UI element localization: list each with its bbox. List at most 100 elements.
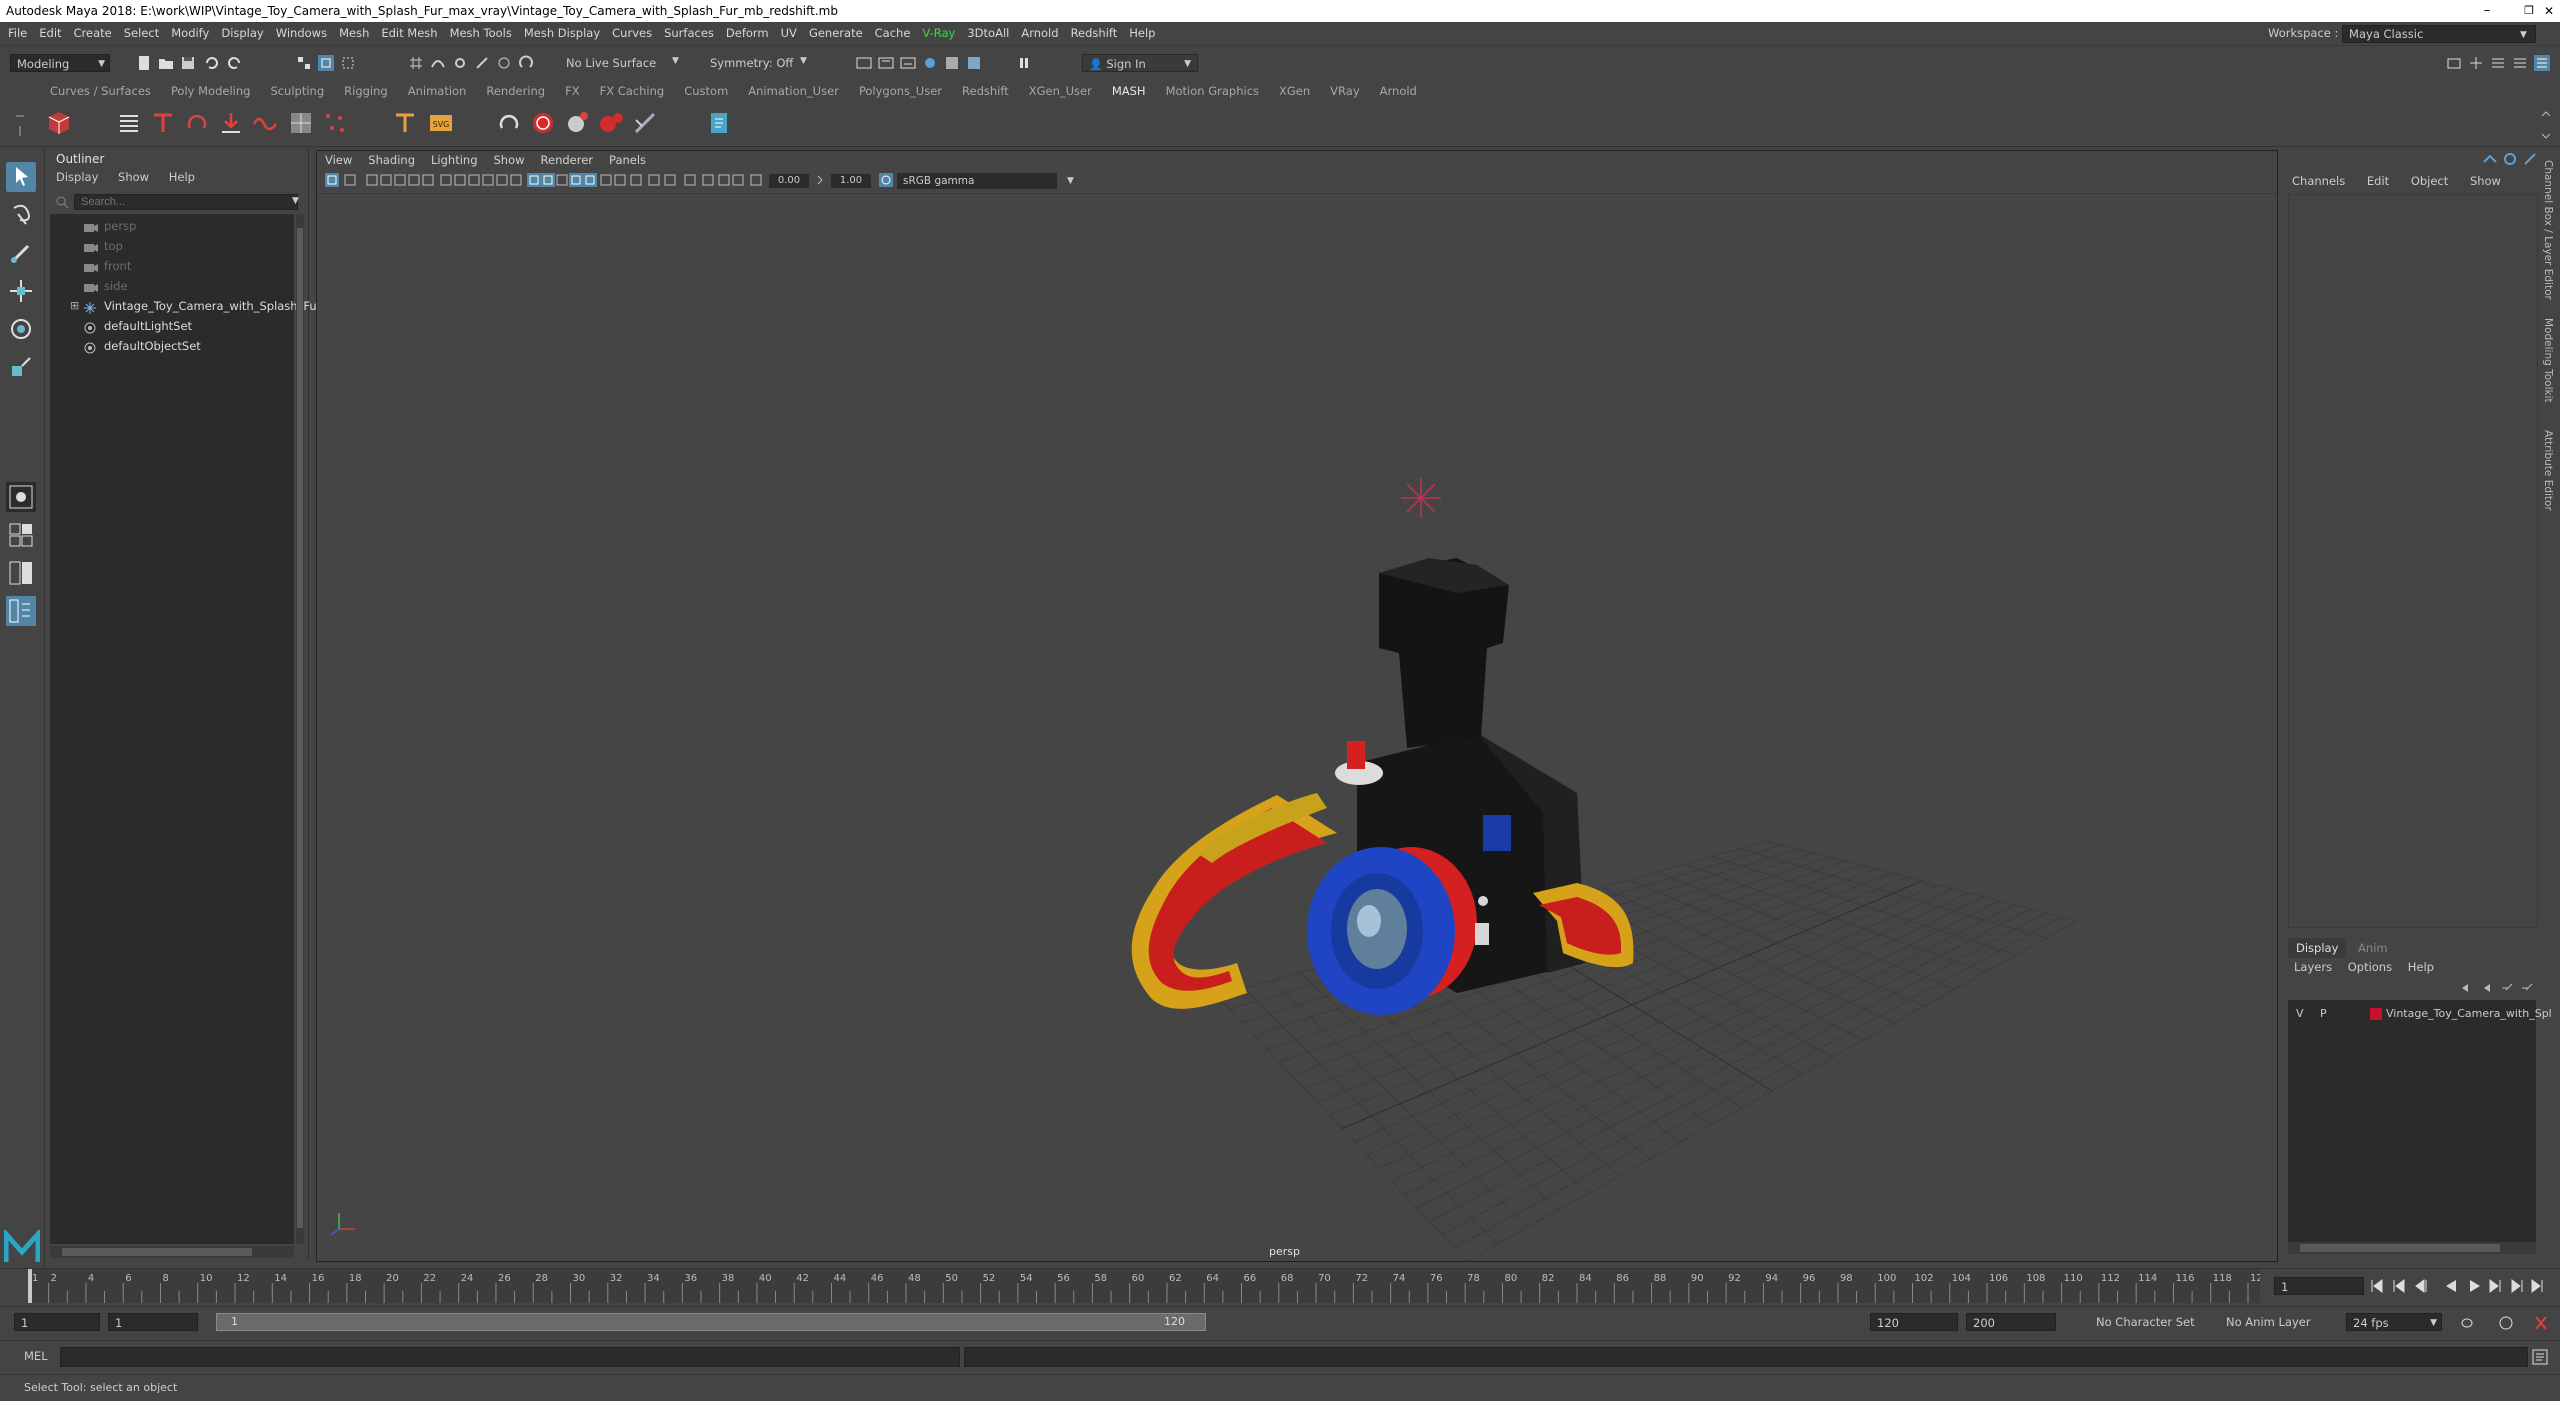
shelf-tab-mash[interactable]: MASH — [1102, 80, 1156, 102]
textured-icon[interactable] — [583, 173, 597, 187]
current-frame-field[interactable]: 1 — [2274, 1277, 2364, 1295]
outliner-search-input[interactable] — [74, 194, 298, 210]
live-surface-dropdown[interactable]: No Live Surface — [560, 54, 678, 72]
snap-surface-icon[interactable] — [496, 55, 512, 71]
viewport-menu-panels[interactable]: Panels — [601, 151, 654, 169]
character-set-dropdown[interactable]: No Character Set — [2096, 1313, 2216, 1331]
range-slider-handle[interactable]: 1 120 — [216, 1313, 1206, 1331]
shelf-tab-xgen[interactable]: XGen — [1269, 80, 1320, 102]
depth-of-field-icon[interactable] — [683, 173, 697, 187]
script-editor-icon[interactable] — [2532, 1349, 2548, 1365]
layer-playback-toggle[interactable]: P — [2320, 1004, 2327, 1024]
lock-camera-icon[interactable] — [343, 173, 357, 187]
mel-label[interactable]: MEL — [24, 1349, 48, 1363]
snap-point-icon[interactable] — [452, 55, 468, 71]
outliner-scrollbar[interactable] — [296, 214, 304, 1244]
menu-windows[interactable]: Windows — [270, 22, 333, 44]
shelf-scroll-icon[interactable] — [2540, 108, 2552, 142]
menu-create[interactable]: Create — [68, 22, 118, 44]
hypershade-icon[interactable] — [944, 55, 960, 71]
svg-tool-icon[interactable]: SVG — [428, 110, 454, 136]
menu-curves[interactable]: Curves — [606, 22, 658, 44]
ipr-render-icon[interactable] — [900, 55, 916, 71]
rotate-curve-icon[interactable] — [184, 110, 210, 136]
shelf-tab-motion-graphics[interactable]: Motion Graphics — [1156, 80, 1269, 102]
channel-settings-icon[interactable] — [2482, 152, 2498, 166]
xray-active-icon[interactable] — [731, 173, 745, 187]
menu-object[interactable]: Object — [2411, 174, 2448, 188]
move-tool-icon[interactable] — [6, 276, 36, 306]
menu-surfaces[interactable]: Surfaces — [658, 22, 720, 44]
playback-controls[interactable] — [2368, 1277, 2548, 1295]
viewport-menu-view[interactable]: View — [317, 151, 360, 169]
shelf-tab-animation-user[interactable]: Animation_User — [738, 80, 849, 102]
fps-dropdown[interactable]: 24 fps ▼ — [2346, 1313, 2442, 1331]
playback-options-icons[interactable] — [2458, 1315, 2552, 1331]
snap-pivot-icon[interactable] — [518, 55, 534, 71]
select-component-icon[interactable] — [340, 55, 356, 71]
viewport-menu-shading[interactable]: Shading — [360, 151, 423, 169]
resolution-gate-icon[interactable] — [439, 173, 453, 187]
layer-name[interactable]: Vintage_Toy_Camera_with_Spl — [2386, 1004, 2552, 1024]
anim-end-field[interactable]: 120 — [1870, 1313, 1958, 1331]
shelf-options-icon[interactable] — [16, 112, 24, 140]
shelf-tab-fx[interactable]: FX — [555, 80, 590, 102]
search-icon[interactable] — [54, 194, 70, 210]
time-ruler[interactable]: 1 2 4 6 8 10 12 14 16 18 20 22 24 26 28 30 32 34 36 38 40 42 4… — [28, 1269, 2260, 1303]
rotate-tool-icon[interactable] — [6, 314, 36, 344]
menu-show[interactable]: Show — [2470, 174, 2501, 188]
menu-3dtoall[interactable]: 3DtoAll — [961, 22, 1015, 44]
list-icon[interactable] — [116, 110, 142, 136]
bookmarks-icon[interactable] — [379, 173, 393, 187]
shadows-icon[interactable] — [613, 173, 627, 187]
safe-action-icon[interactable] — [481, 173, 495, 187]
select-tool-icon[interactable] — [6, 162, 36, 192]
brush-icon[interactable] — [632, 110, 658, 136]
shelf-tab-xgen-user[interactable]: XGen_User — [1019, 80, 1102, 102]
xray-joints-icon[interactable] — [717, 173, 731, 187]
shelf-tab-fx-caching[interactable]: FX Caching — [590, 80, 675, 102]
screen-space-ao-icon[interactable] — [629, 173, 643, 187]
pause-icon[interactable] — [1016, 55, 1032, 71]
gate-mask-icon[interactable] — [453, 173, 467, 187]
menu-redshift[interactable]: Redshift — [1065, 22, 1124, 44]
exposure-field[interactable]: 0.00 — [769, 174, 809, 188]
layer-hscrollbar[interactable] — [2288, 1242, 2536, 1254]
use-default-material-icon[interactable] — [541, 173, 555, 187]
layer-color-swatch[interactable] — [2370, 1008, 2382, 1020]
scale-tool-icon[interactable] — [6, 352, 36, 382]
new-scene-icon[interactable] — [136, 55, 152, 71]
gamma-icon[interactable] — [815, 173, 829, 187]
expand-icon[interactable]: ⊞ — [70, 296, 79, 316]
shelf-tab-vray[interactable]: VRay — [1320, 80, 1369, 102]
wave-deformer-icon[interactable] — [252, 110, 278, 136]
workspace-dropdown[interactable]: Maya Classic — [2342, 25, 2537, 43]
menu-layers[interactable]: Layers — [2294, 960, 2332, 974]
mode-dropdown[interactable]: Modeling ▼ — [10, 54, 110, 72]
viewport-panel[interactable]: View Shading Lighting Show Renderer Panels 0.… — [316, 150, 2278, 1262]
download-arrow-icon[interactable] — [218, 110, 244, 136]
snap-grid-icon[interactable] — [408, 55, 424, 71]
menu-deform[interactable]: Deform — [720, 22, 775, 44]
sign-in-button[interactable]: 👤 Sign In ▼ — [1082, 54, 1198, 72]
channel-pin-icon[interactable] — [2522, 152, 2538, 166]
menu-help[interactable]: Help — [2408, 960, 2434, 974]
layer-buttons-icon[interactable] — [2456, 980, 2536, 996]
modeling-toolkit-icon[interactable] — [2446, 55, 2462, 71]
menu-generate[interactable]: Generate — [803, 22, 869, 44]
shelf-tab-animation[interactable]: Animation — [398, 80, 477, 102]
tool-settings-icon[interactable] — [2512, 55, 2528, 71]
shelf-tab-sculpting[interactable]: Sculpting — [260, 80, 334, 102]
red-sphere-icon[interactable] — [530, 110, 556, 136]
text-tool-icon[interactable] — [150, 110, 176, 136]
anim-start-field[interactable]: 1 — [108, 1313, 198, 1331]
mel-input[interactable] — [60, 1347, 960, 1367]
snap-view-icon[interactable] — [474, 55, 490, 71]
single-view-icon[interactable] — [6, 482, 36, 512]
isolate-select-icon[interactable] — [701, 173, 715, 187]
use-lights-icon[interactable] — [599, 173, 613, 187]
shelf-tab-polygons-user[interactable]: Polygons_User — [849, 80, 952, 102]
wireframe-icon[interactable] — [509, 173, 523, 187]
script-file-icon[interactable] — [706, 110, 732, 136]
smooth-shade-icon[interactable] — [527, 173, 541, 187]
